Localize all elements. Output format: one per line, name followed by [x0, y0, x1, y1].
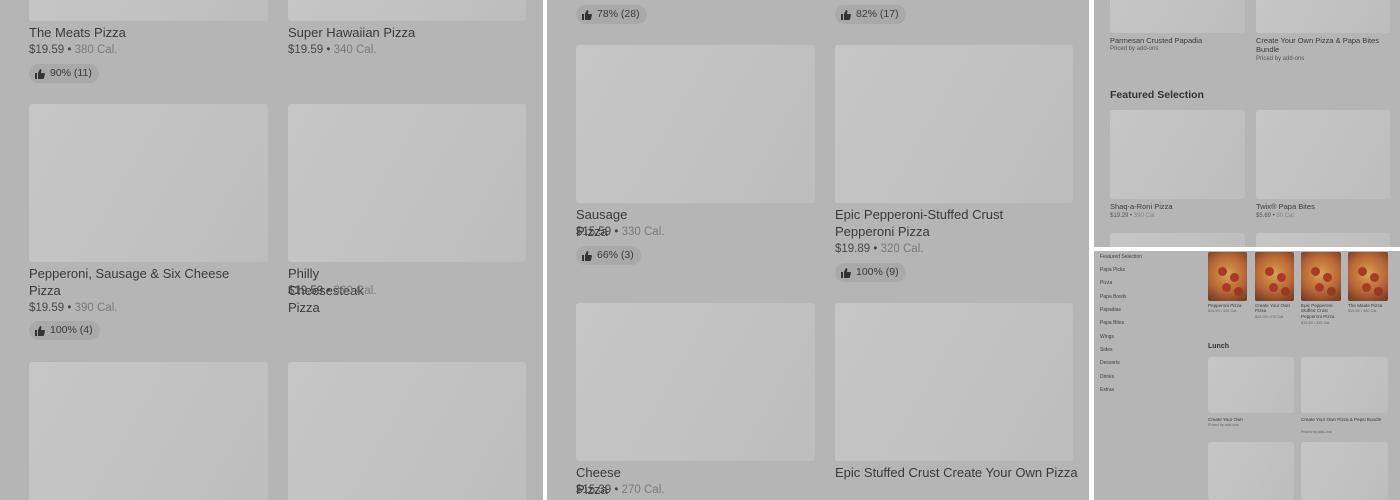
item-thumbnail[interactable] — [1208, 442, 1294, 500]
thumbs-up-icon — [841, 267, 851, 278]
item-thumbnail[interactable] — [1301, 357, 1388, 413]
item-name[interactable]: Twix® Papa Bites — [1256, 202, 1315, 211]
item-thumbnail — [288, 104, 526, 262]
item-price-note: Priced by add-ons — [1110, 46, 1159, 52]
item-name[interactable]: Create Your Own Pizza — [1255, 303, 1297, 314]
item-name: Super Hawaiian Pizza — [288, 25, 416, 40]
item-thumbnail[interactable] — [1110, 110, 1245, 199]
sidebar-item[interactable]: Papadias — [1100, 307, 1121, 313]
item-name[interactable]: Parmesan Crusted Papadia — [1110, 36, 1202, 45]
item-price: $15.59 • 330 Cal. — [576, 226, 665, 238]
item-thumbnail[interactable] — [1256, 0, 1390, 33]
item-thumbnail — [576, 45, 815, 203]
sidebar-item[interactable]: Sides — [1100, 347, 1113, 353]
item-name[interactable]: Create Your Own Pizza & Papa Bites Bundl… — [1256, 36, 1396, 54]
item-name[interactable]: Pepperoni Pizza — [1208, 303, 1250, 308]
section-title: Featured Selection — [1110, 89, 1204, 101]
sidebar-item[interactable]: Papa Bowls — [1100, 294, 1126, 300]
item-price: $15.39 • 270 Cal. — [1255, 315, 1285, 319]
item-price-note: Priced by add-ons — [1208, 423, 1239, 427]
section-title: Lunch — [1208, 343, 1229, 350]
item-thumbnail — [835, 303, 1073, 461]
item-price: $15.59 • 320 Cal. — [1208, 309, 1238, 313]
item-thumbnail[interactable] — [29, 362, 268, 500]
pizza-photo[interactable] — [1301, 252, 1341, 301]
thumbs-up-icon — [35, 68, 45, 79]
item-price-note: Priced by add-ons — [1301, 430, 1332, 434]
item-name[interactable]: Shaq-a-Roni Pizza — [1110, 202, 1173, 211]
sidebar-item[interactable]: Drinks — [1100, 374, 1114, 380]
thumbs-up-icon — [35, 325, 45, 336]
item-thumbnail — [29, 104, 268, 262]
item-thumbnail[interactable] — [1256, 233, 1390, 247]
item-thumbnail[interactable] — [1256, 110, 1390, 199]
rating-badge: 100% (9) — [835, 263, 906, 282]
item-price: $5.69 • 80 Cal. — [1256, 213, 1296, 219]
pizza-photo[interactable] — [1348, 252, 1388, 301]
rating-badge: 66% (3) — [576, 246, 641, 265]
rating-badge: 100% (4) — [29, 321, 100, 340]
rating-badge: 82% (17) — [835, 5, 906, 24]
menu-item-card[interactable]: Super Hawaiian Pizza $19.59 • 340 Cal. — [0, 0, 543, 60]
menu-panel-left: The Meats Pizza $19.59 • 380 Cal. 90% (1… — [0, 0, 543, 500]
sidebar-item[interactable]: Papa Picks — [1100, 267, 1125, 273]
thumbs-up-icon — [582, 9, 592, 20]
item-price: $19.59 • 360 Cal. — [288, 285, 377, 297]
sidebar-item[interactable]: Extras — [1100, 387, 1114, 393]
sidebar-item[interactable]: Pizza — [1100, 280, 1112, 286]
item-price: $19.59 • 380 Cal. — [1348, 309, 1378, 313]
item-price: $19.59 • 390 Cal. — [29, 302, 118, 314]
item-price: $15.39 • 270 Cal. — [576, 484, 665, 496]
sidebar-item[interactable]: Wings — [1100, 334, 1114, 340]
item-thumbnail[interactable] — [1110, 0, 1245, 33]
item-name: Epic Stuffed Crust Create Your Own Pizza — [835, 465, 1078, 480]
item-name: Pepperoni, Sausage & Six Cheese Pizza — [29, 266, 230, 298]
item-price: $19.29 • 390 Cal. — [1110, 213, 1157, 219]
rating-badge: 90% (11) — [29, 64, 99, 83]
menu-panel-overview: Featured Selection Papa Picks Pizza Papa… — [1094, 251, 1400, 500]
item-thumbnail[interactable] — [1301, 442, 1388, 500]
item-thumbnail[interactable] — [288, 362, 526, 500]
item-name: Epic Pepperoni-Stuffed Crust Pepperoni P… — [835, 207, 1004, 239]
item-name[interactable]: Create Your Own — [1208, 417, 1243, 422]
sidebar-item[interactable]: Papa Bites — [1100, 320, 1124, 326]
menu-panel-featured: Parmesan Crusted Papadia Priced by add-o… — [1094, 0, 1400, 247]
item-thumbnail[interactable] — [1110, 233, 1245, 247]
sidebar-item[interactable]: Desserts — [1100, 360, 1120, 366]
item-thumbnail — [288, 0, 526, 21]
item-thumbnail — [835, 45, 1073, 203]
item-thumbnail — [576, 303, 815, 461]
item-name[interactable]: Epic Pepperoni-Stuffed Crust Pepperoni P… — [1301, 303, 1343, 319]
menu-panel-middle: 78% (28) 82% (17) Sausage Pizza $15.59 •… — [547, 0, 1089, 500]
item-price: $19.89 • 320 Cal. — [1301, 321, 1331, 325]
item-price: $19.89 • 320 Cal. — [835, 243, 924, 255]
pizza-photo[interactable] — [1208, 252, 1247, 301]
item-price-note: Priced by add-ons — [1256, 56, 1305, 62]
item-name[interactable]: The Meats Pizza — [1348, 303, 1390, 308]
item-name[interactable]: Create Your Own Pizza & Pepsi Bundle — [1301, 417, 1391, 422]
thumbs-up-icon — [582, 250, 592, 261]
sidebar-item[interactable]: Featured Selection — [1100, 254, 1142, 260]
thumbs-up-icon — [841, 9, 851, 20]
pizza-photo[interactable] — [1255, 252, 1294, 301]
item-price: $19.59 • 340 Cal. — [288, 44, 377, 56]
item-thumbnail[interactable] — [1208, 357, 1294, 413]
rating-badge: 78% (28) — [576, 5, 647, 24]
